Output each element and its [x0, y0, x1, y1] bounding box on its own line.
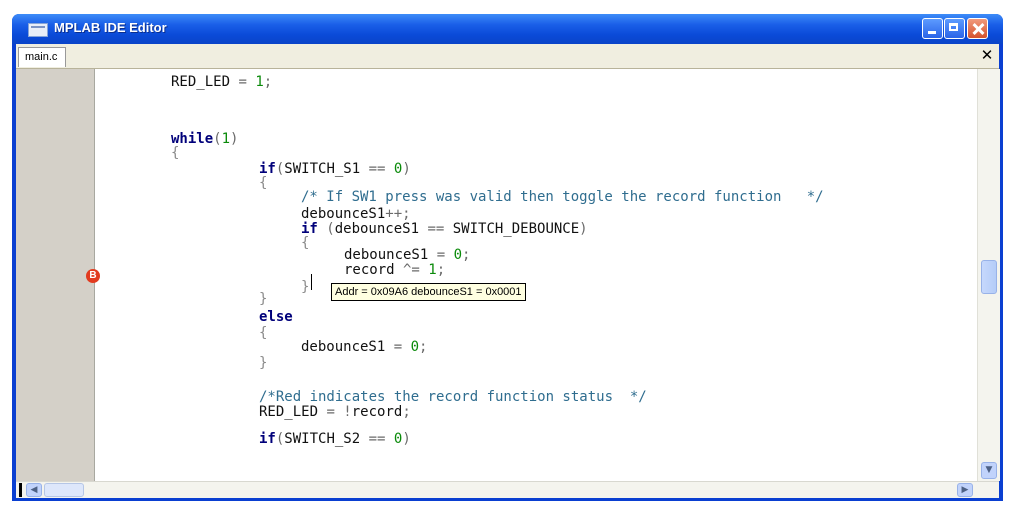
code-line[interactable]: }	[259, 355, 267, 371]
code-token: = !	[318, 404, 352, 420]
code-token: /*Red indicates the record function stat…	[259, 389, 647, 405]
code-line[interactable]: record ^= 1;	[344, 262, 445, 278]
code-token: ;	[402, 404, 411, 420]
code-line[interactable]: if(SWITCH_S2 == 0)	[259, 431, 411, 447]
code-token: ==	[360, 431, 394, 447]
code-token: ++;	[385, 206, 411, 222]
code-token: SWITCH_DEBOUNCE	[452, 221, 580, 237]
code-token: )	[230, 131, 239, 147]
code-token: }	[301, 279, 310, 295]
code-token: 1	[255, 74, 264, 90]
code-line[interactable]: RED_LED = !record;	[259, 404, 411, 420]
code-token: )	[402, 161, 411, 177]
code-line[interactable]: /* If SW1 press was valid then toggle th…	[301, 189, 824, 205]
code-line[interactable]: }	[259, 291, 267, 307]
code-token: ;	[462, 247, 471, 263]
app-icon	[28, 23, 48, 37]
horizontal-scroll-thumb[interactable]	[44, 483, 84, 497]
code-line[interactable]: /*Red indicates the record function stat…	[259, 389, 647, 405]
code-token: {	[171, 145, 180, 161]
code-line[interactable]: if (debounceS1 == SWITCH_DEBOUNCE)	[301, 221, 588, 237]
code-line[interactable]: RED_LED = 1;	[171, 74, 272, 90]
code-token: debounceS1	[301, 206, 386, 222]
editor-window: MPLAB IDE Editor main.c ✕ B RED_LED = 1;…	[12, 14, 1003, 501]
minimize-button[interactable]	[922, 18, 943, 39]
code-line[interactable]: else	[259, 309, 293, 325]
code-token: record	[351, 404, 403, 420]
code-token: )	[579, 221, 588, 237]
code-token: }	[259, 355, 268, 371]
code-line[interactable]: if(SWITCH_S1 == 0)	[259, 161, 411, 177]
code-token: 0	[453, 247, 463, 263]
code-token: ^=	[394, 262, 429, 278]
code-line[interactable]: debounceS1 = 0;	[301, 339, 427, 355]
code-editor[interactable]: B RED_LED = 1; while(1){if(SWITCH_S1 == 0…	[16, 69, 1000, 481]
maximize-button[interactable]	[944, 18, 965, 39]
scroll-down-icon[interactable]: ▼	[981, 462, 997, 479]
code-token: (	[213, 131, 222, 147]
scroll-left-icon[interactable]: ◀	[26, 483, 42, 497]
code-token: RED_LED	[171, 74, 231, 90]
code-token: {	[301, 235, 310, 251]
code-token: ==	[360, 161, 394, 177]
tab-main-c[interactable]: main.c	[18, 47, 66, 67]
code-token: {	[259, 325, 268, 341]
scroll-marker	[19, 483, 22, 497]
code-token: debounceS1	[334, 221, 420, 237]
code-token: ;	[263, 74, 273, 90]
code-token: if	[259, 431, 276, 447]
code-token: SWITCH_S1	[284, 161, 361, 177]
title-bar[interactable]: MPLAB IDE Editor	[12, 14, 1003, 44]
code-token: 1	[221, 131, 231, 147]
code-token: =	[428, 247, 454, 263]
code-line[interactable]: {	[259, 175, 267, 191]
code-token: debounceS1	[344, 247, 429, 263]
code-line[interactable]: debounceS1++;	[301, 206, 411, 222]
window-client: main.c ✕ B RED_LED = 1; while(1){if(SWITC…	[16, 44, 1000, 498]
code-token: RED_LED	[259, 404, 319, 420]
code-token: {	[259, 175, 268, 191]
code-line[interactable]: debounceS1 = 0;	[344, 247, 470, 263]
close-tab-icon[interactable]: ✕	[979, 47, 995, 63]
code-area[interactable]: RED_LED = 1; while(1){if(SWITCH_S1 == 0){…	[16, 69, 977, 481]
code-token: }	[259, 291, 268, 307]
code-token: else	[259, 309, 293, 325]
horizontal-scrollbar[interactable]: ◀ ▶	[16, 481, 999, 498]
code-token: SWITCH_S2	[284, 431, 361, 447]
code-token: ==	[419, 221, 453, 237]
code-token: /* If SW1 press was valid then toggle th…	[301, 189, 824, 205]
vertical-scroll-thumb[interactable]	[981, 260, 997, 294]
tab-strip: main.c ✕	[16, 44, 999, 69]
code-token: 0	[410, 339, 420, 355]
window-title: MPLAB IDE Editor	[54, 20, 167, 35]
code-token: debounceS1	[301, 339, 386, 355]
vertical-scrollbar[interactable]: ▼	[977, 69, 1000, 481]
code-token: ;	[419, 339, 428, 355]
code-line[interactable]: {	[259, 325, 267, 341]
code-line[interactable]: {	[301, 235, 309, 251]
code-token: (	[317, 221, 335, 237]
code-token: ;	[436, 262, 446, 278]
code-token: 1	[428, 262, 437, 278]
code-line[interactable]: {	[171, 145, 179, 161]
variable-tooltip: Addr = 0x09A6 debounceS1 = 0x0001	[331, 283, 526, 301]
code-token: )	[402, 431, 411, 447]
scroll-right-icon[interactable]: ▶	[957, 483, 973, 497]
close-button[interactable]	[967, 18, 988, 39]
code-token: =	[230, 74, 256, 90]
text-cursor	[311, 274, 312, 290]
code-token: =	[385, 339, 411, 355]
code-line[interactable]: while(1)	[171, 131, 238, 147]
code-token: record	[344, 262, 395, 278]
code-line[interactable]: }	[301, 279, 309, 295]
